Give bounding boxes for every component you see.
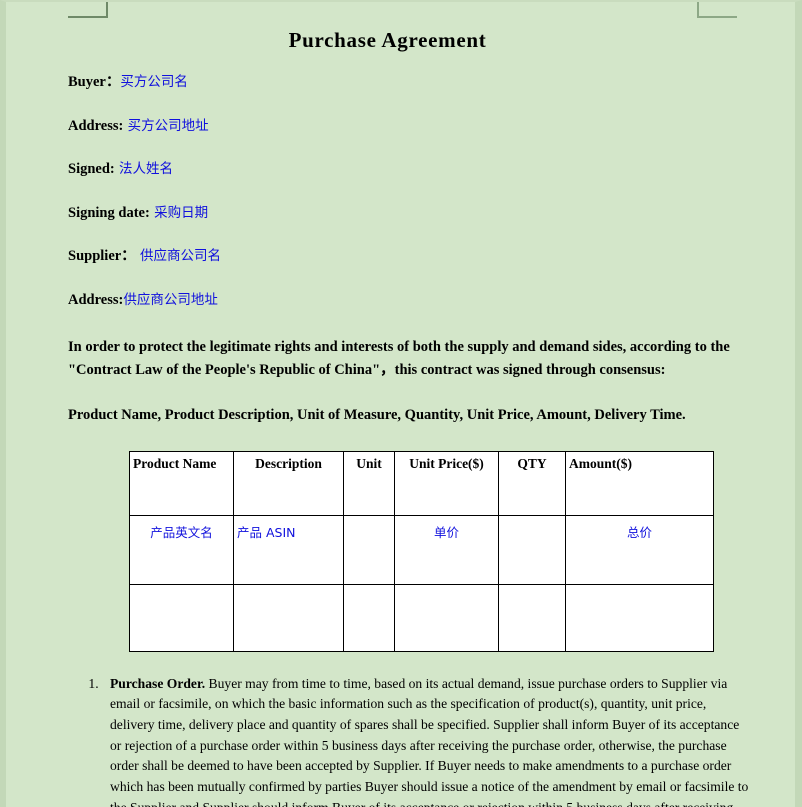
field-signing-date-label: Signing date: — [68, 204, 150, 221]
clause-title: Purchase Order. — [110, 675, 206, 691]
field-signing-date: Signing date: 采购日期 — [68, 204, 767, 221]
field-supplier-address-value: 供应商公司地址 — [123, 291, 218, 308]
cell-amount[interactable]: 总价 — [565, 514, 714, 585]
cell-unit-price[interactable]: 单价 — [394, 514, 499, 585]
table-header-description: Description — [233, 450, 344, 516]
field-buyer-label: Buyer： — [68, 74, 121, 90]
table-header-product-name: Product Name — [129, 450, 234, 516]
columns-note-paragraph: Product Name, Product Description, Unit … — [68, 406, 686, 423]
table-header-row: Product Name Description Unit Unit Price… — [129, 450, 714, 516]
table-header-amount: Amount($) — [565, 450, 714, 516]
cell-unit-price[interactable] — [394, 583, 499, 652]
table-header-qty: QTY — [498, 450, 566, 516]
clause-item-purchase-order: Purchase Order. Buyer may from time to t… — [102, 674, 767, 807]
table-row: 产品英文名 产品 ASIN 单价 总价 — [129, 514, 714, 585]
page-title: Purchase Agreement — [288, 28, 487, 52]
clause-body: Buyer may from time to time, based on it… — [110, 675, 749, 807]
table-header-unit: Unit — [343, 450, 395, 516]
cell-unit[interactable] — [343, 514, 395, 585]
cell-product-name[interactable]: 产品英文名 — [129, 514, 234, 585]
field-supplier-value: 供应商公司名 — [135, 248, 221, 264]
table-header-unit-price: Unit Price($) — [394, 450, 499, 516]
goods-table: Product Name Description Unit Unit Price… — [129, 450, 714, 652]
field-signed: Signed: 法人姓名 — [68, 162, 767, 177]
cell-description[interactable] — [233, 583, 344, 652]
preamble-paragraph: In order to protect the legitimate right… — [68, 339, 730, 379]
clause-list: Purchase Order. Buyer may from time to t… — [68, 674, 767, 807]
margin-crop-mark-right — [697, 2, 737, 18]
cell-amount[interactable] — [565, 583, 714, 652]
cell-product-name[interactable] — [129, 583, 234, 652]
field-buyer: Buyer：买方公司名 — [68, 75, 767, 90]
cell-description[interactable]: 产品 ASIN — [233, 514, 344, 585]
document-page: Purchase Agreement Buyer：买方公司名 Address: … — [0, 0, 802, 807]
party-fields: Buyer：买方公司名 Address: 买方公司地址 Signed: 法人姓名… — [68, 75, 767, 307]
field-supplier-label: Supplier： — [68, 248, 136, 264]
field-supplier: Supplier： 供应商公司名 — [68, 249, 767, 264]
cell-qty[interactable] — [498, 514, 566, 585]
field-signing-date-value: 采购日期 — [149, 204, 209, 221]
field-signed-label: Signed: — [68, 161, 115, 177]
cell-qty[interactable] — [498, 583, 566, 652]
goods-table-container: Product Name Description Unit Unit Price… — [68, 450, 767, 652]
table-row — [129, 583, 714, 652]
cell-unit[interactable] — [343, 583, 395, 652]
field-signed-value: 法人姓名 — [114, 161, 174, 177]
field-buyer-address: Address: 买方公司地址 — [68, 117, 767, 134]
margin-crop-mark-left — [68, 2, 108, 18]
document-content: Purchase Agreement Buyer：买方公司名 Address: … — [6, 28, 795, 807]
field-buyer-value: 买方公司名 — [120, 74, 188, 90]
field-buyer-address-value: 买方公司地址 — [123, 117, 209, 134]
field-supplier-address: Address:供应商公司地址 — [68, 291, 767, 308]
field-buyer-address-label: Address: — [68, 117, 124, 134]
field-supplier-address-label: Address: — [68, 291, 124, 308]
